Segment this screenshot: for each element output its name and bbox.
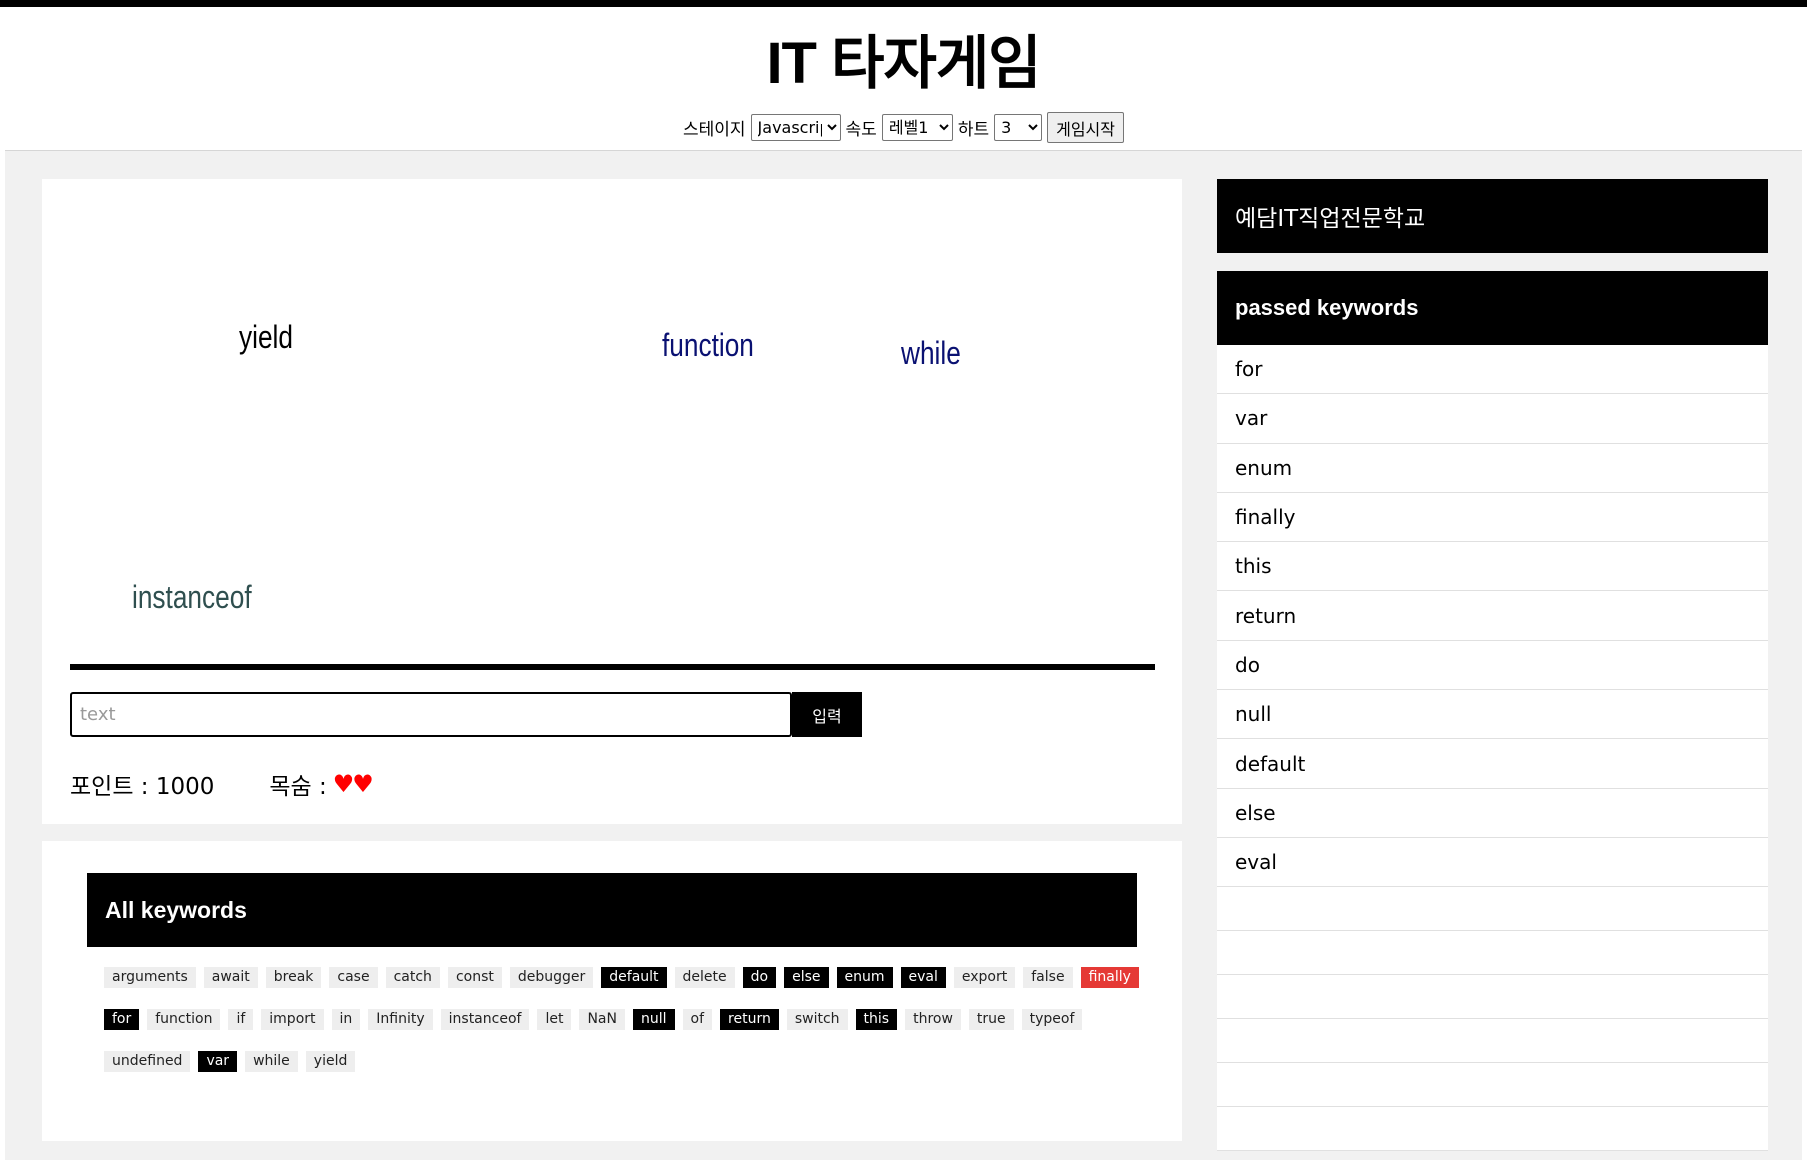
keyword-tag: throw (905, 1009, 961, 1030)
heart-select[interactable]: 3 (994, 114, 1043, 141)
keyword-list: arguments await break case catch const debugge… (104, 967, 1144, 1072)
points-display: 포인트 : 1000 (70, 774, 215, 800)
empty-row (1217, 1019, 1768, 1064)
passed-keyword-item: this (1217, 542, 1768, 592)
keyword-tag: await (203, 967, 258, 988)
keyword-tag: true (968, 1009, 1014, 1030)
passed-keyword-item: null (1217, 690, 1768, 740)
keyword-tag: finally (1080, 967, 1139, 988)
passed-keyword-item: for (1217, 345, 1768, 395)
passed-keyword-item: default (1217, 739, 1768, 789)
keyword-tag: var (198, 1051, 238, 1072)
keyword-tag: while (245, 1051, 298, 1072)
empty-row (1217, 931, 1768, 976)
empty-row (1217, 1063, 1768, 1108)
empty-row (1217, 887, 1768, 932)
passed-keyword-item: return (1217, 591, 1768, 641)
keyword-tag: typeof (1021, 1009, 1083, 1030)
page-title: IT 타자게임 (766, 31, 1041, 96)
keyword-tag: Infinity (368, 1009, 433, 1030)
sidebar: 예담IT직업전문학교 passed keywords for var enum fin… (1217, 179, 1768, 1152)
falling-word: function (662, 327, 754, 363)
stage-label: 스테이지 (682, 120, 746, 140)
keyword-tag: NaN (579, 1009, 625, 1030)
passed-keywords-title: passed keywords (1217, 271, 1768, 345)
main-area: yield function while instanceof 입력 포인트 :… (5, 150, 1802, 1160)
all-keywords-title: All keywords (87, 873, 1137, 947)
game-panel: yield function while instanceof 입력 포인트 :… (42, 179, 1182, 824)
passed-keywords-list: for var enum finally this return do null default… (1217, 345, 1768, 1152)
speed-select[interactable]: 레벨1 (881, 114, 953, 141)
keyword-tag: enum (836, 967, 893, 988)
keyword-tag: of (682, 1009, 713, 1030)
keyword-tag: return (720, 1009, 779, 1030)
keyword-tag: do (742, 967, 777, 988)
keyword-tag: yield (305, 1051, 356, 1072)
keyword-tag: export (953, 967, 1016, 988)
keyword-tag: eval (900, 967, 946, 988)
lives-label: 목숨 : (269, 774, 327, 800)
keyword-tag: import (261, 1009, 324, 1030)
keyword-tag: function (147, 1009, 221, 1030)
passed-keyword-item: enum (1217, 444, 1768, 493)
game-controls: 스테이지 Javascript 속도 레벨1 하트 3 게임시작 (0, 112, 1807, 143)
heart-icon: ♥♥ (332, 770, 374, 798)
keyword-tag: debugger (509, 967, 594, 988)
keyword-tag: instanceof (440, 1009, 530, 1030)
keyword-tag: case (329, 967, 378, 988)
keyword-tag: arguments (104, 967, 196, 988)
keyword-tag: let (537, 1009, 572, 1030)
keyword-tag: default (601, 967, 667, 988)
heart-label: 하트 (957, 120, 990, 140)
keyword-tag: undefined (104, 1051, 191, 1072)
submit-button[interactable]: 입력 (792, 692, 862, 737)
stats: 포인트 : 1000 목숨 : ♥♥ (70, 767, 374, 801)
all-keywords-panel: All keywords arguments await break case catc… (42, 841, 1182, 1141)
ground-line (70, 664, 1155, 670)
lives-display: 목숨 : ♥♥ (269, 767, 374, 801)
passed-keyword-item: do (1217, 641, 1768, 691)
keyword-tag: for (104, 1009, 140, 1030)
typing-input[interactable] (70, 692, 792, 737)
input-row: 입력 (70, 692, 862, 737)
speed-label: 속도 (845, 120, 877, 140)
passed-keyword-item: eval (1217, 838, 1768, 888)
keyword-tag: if (228, 1009, 254, 1030)
stage-select[interactable]: Javascript (750, 114, 841, 141)
falling-word: instanceof (132, 579, 252, 615)
start-game-button[interactable]: 게임시작 (1047, 112, 1124, 143)
keyword-tag: break (265, 967, 322, 988)
keyword-tag: switch (786, 1009, 848, 1030)
school-name: 예담IT직업전문학교 (1217, 179, 1768, 253)
keyword-tag: const (447, 967, 502, 988)
falling-word: while (901, 335, 961, 371)
keyword-tag: else (784, 967, 829, 988)
passed-keyword-item: finally (1217, 493, 1768, 543)
keyword-tag: delete (674, 967, 735, 988)
keyword-tag: in (331, 1009, 361, 1030)
passed-keyword-item: var (1217, 394, 1768, 444)
passed-keyword-item: else (1217, 789, 1768, 838)
keyword-tag: catch (385, 967, 440, 988)
keyword-tag: this (855, 1009, 898, 1030)
falling-word: yield (239, 319, 293, 355)
keyword-tag: null (632, 1009, 675, 1030)
empty-row (1217, 1107, 1768, 1152)
header: IT 타자게임 스테이지 Javascript 속도 레벨1 하트 3 게임시작 (0, 7, 1807, 144)
empty-row (1217, 975, 1768, 1020)
keyword-tag: false (1023, 967, 1073, 988)
